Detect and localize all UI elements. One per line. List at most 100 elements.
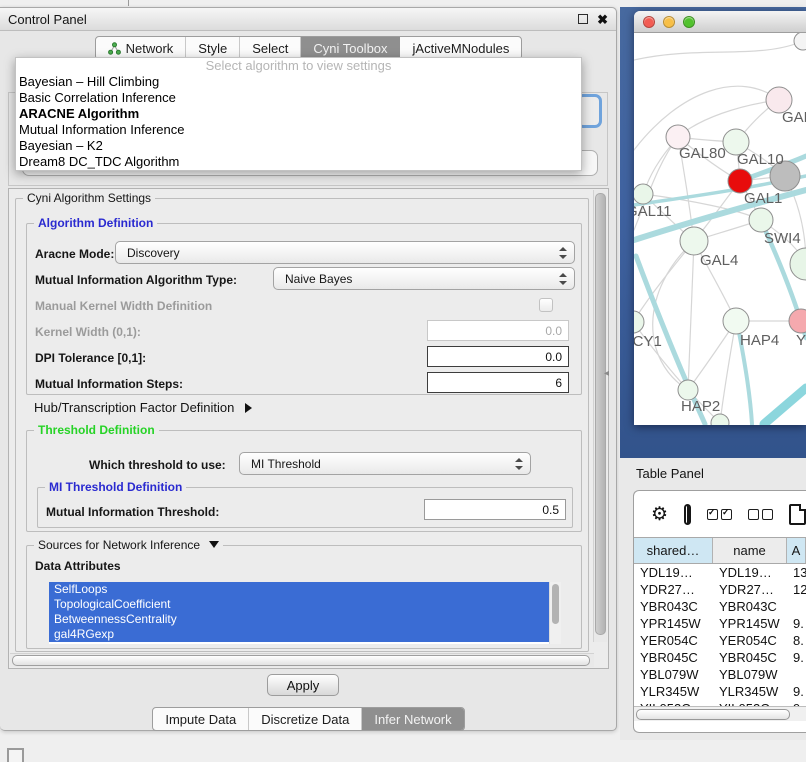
column-header-name[interactable]: name xyxy=(713,538,787,563)
dpi-tolerance-label: DPI Tolerance [0,1]: xyxy=(35,351,146,365)
algorithm-option-aracne-algorithm[interactable]: ARACNE Algorithm xyxy=(16,106,581,122)
settings-horizontal-scrollbar[interactable] xyxy=(10,653,594,667)
algorithm-popup: Select algorithm to view settings Bayesi… xyxy=(15,57,582,171)
table-cell: YBR043C xyxy=(634,599,713,614)
dpi-tolerance-input[interactable] xyxy=(427,346,569,367)
settings-horizontal-scrollbar-thumb[interactable] xyxy=(12,655,590,666)
column-header-a[interactable]: A xyxy=(787,538,806,563)
attribute-item-topologicalcoefficient[interactable]: TopologicalCoefficient xyxy=(49,597,550,612)
network-node-hap4[interactable] xyxy=(723,308,749,334)
mi-steps-input[interactable] xyxy=(427,372,569,393)
which-threshold-value: MI Threshold xyxy=(251,457,321,471)
algorithm-option-basic-correlation-inference[interactable]: Basic Correlation Inference xyxy=(16,90,581,106)
hub-tf-definition-expander[interactable]: Hub/Transcription Factor Definition xyxy=(34,400,252,415)
network-window-titlebar xyxy=(634,11,806,33)
settings-vertical-scrollbar-thumb[interactable] xyxy=(595,193,606,635)
table-window: ⚙ shared…nameA YDL19…YDL19…13YDR27…YDR27… xyxy=(633,490,806,733)
tab-network[interactable]: Network xyxy=(96,37,186,59)
tab-infer-network[interactable]: Infer Network xyxy=(361,708,463,730)
algorithm-popup-placeholder: Select algorithm to view settings xyxy=(16,58,581,74)
select-all-checkboxes-icon[interactable] xyxy=(707,509,732,520)
cyni-settings-group: Cyni Algorithm Settings Algorithm Defini… xyxy=(15,198,589,652)
algorithm-option-bayesian-k2[interactable]: Bayesian – K2 xyxy=(16,138,581,154)
palette-grip-icon[interactable] xyxy=(7,748,24,762)
table-horizontal-scrollbar[interactable] xyxy=(634,706,806,721)
gear-icon[interactable]: ⚙ xyxy=(651,505,668,524)
algorithm-option-mutual-information-inference[interactable]: Mutual Information Inference xyxy=(16,122,581,138)
node-label-gal4: GAL4 xyxy=(700,252,738,269)
mi-type-value: Naive Bayes xyxy=(285,272,352,286)
tab-cyni-toolbox[interactable]: Cyni Toolbox xyxy=(300,37,399,59)
table-horizontal-scrollbar-thumb[interactable] xyxy=(636,709,790,720)
mi-threshold-input[interactable] xyxy=(424,499,566,520)
tab-label: Discretize Data xyxy=(261,712,349,727)
sources-group-title[interactable]: Sources for Network Inference xyxy=(34,538,223,552)
table-cell: YBR043C xyxy=(713,599,787,614)
network-node-gal4[interactable] xyxy=(680,227,708,255)
table-row[interactable]: YPR145WYPR145W9. xyxy=(634,615,806,632)
close-traffic-light-icon[interactable] xyxy=(643,16,655,28)
aracne-mode-label: Aracne Mode: xyxy=(35,247,114,261)
mi-type-select[interactable]: Naive Bayes xyxy=(273,267,575,290)
manual-kernel-checkbox[interactable] xyxy=(539,298,553,312)
table-row[interactable]: YDL19…YDL19…13 xyxy=(634,564,806,581)
attribute-item-gal4rgexp[interactable]: gal4RGexp xyxy=(49,627,550,642)
kernel-width-input[interactable] xyxy=(427,320,569,341)
network-node-swi4[interactable] xyxy=(749,208,773,232)
table-row[interactable]: YBL079WYBL079W xyxy=(634,666,806,683)
network-node-unlabeled[interactable] xyxy=(790,248,806,280)
zoom-traffic-light-icon[interactable] xyxy=(683,16,695,28)
network-node-unlabeled[interactable] xyxy=(711,414,729,425)
tab-label: Cyni Toolbox xyxy=(313,41,387,56)
columns-icon[interactable] xyxy=(684,504,691,525)
tab-jactivemnodules[interactable]: jActiveMNodules xyxy=(400,37,522,59)
tab-label: Network xyxy=(126,41,174,56)
minimize-traffic-light-icon[interactable] xyxy=(663,16,675,28)
export-table-icon[interactable] xyxy=(789,504,806,525)
tab-style[interactable]: Style xyxy=(185,37,239,59)
column-header-shared[interactable]: shared… xyxy=(634,538,713,563)
network-node-hap2[interactable] xyxy=(678,380,698,400)
network-canvas-svg: GALGAL80GAL10GAL1GAL11SWI4GAL4HAP4YGCY1H… xyxy=(634,33,806,425)
close-window-icon[interactable]: ✖ xyxy=(597,13,608,26)
table-row[interactable]: YBR045CYBR045C9. xyxy=(634,649,806,666)
tab-select[interactable]: Select xyxy=(239,37,300,59)
hub-tf-definition-label: Hub/Transcription Factor Definition xyxy=(34,400,234,415)
table-row[interactable]: YER054CYER054C8. xyxy=(634,632,806,649)
table-cell: YDL19… xyxy=(634,565,713,580)
network-node-gcy1[interactable] xyxy=(634,311,644,333)
table-cell: YDL19… xyxy=(713,565,787,580)
table-cell: 9. xyxy=(787,650,806,665)
aracne-mode-value: Discovery xyxy=(127,246,180,260)
attribute-item-betweennesscentrality[interactable]: BetweennessCentrality xyxy=(49,612,550,627)
attributes-scrollbar-thumb[interactable] xyxy=(552,584,559,624)
algorithm-option-bayesian-hill-climbing[interactable]: Bayesian – Hill Climbing xyxy=(16,74,581,90)
algorithm-option-dream8-dc-tdc-algorithm[interactable]: Dream8 DC_TDC Algorithm xyxy=(16,154,581,170)
table-cell: YER054C xyxy=(634,633,713,648)
apply-button[interactable]: Apply xyxy=(267,674,339,696)
checked-box-icon xyxy=(721,509,732,520)
float-window-icon[interactable] xyxy=(578,14,588,24)
tab-discretize-data[interactable]: Discretize Data xyxy=(248,708,361,730)
mi-type-label: Mutual Information Algorithm Type: xyxy=(35,273,237,287)
attributes-scrollbar[interactable] xyxy=(549,582,561,644)
network-node-y[interactable] xyxy=(789,309,806,333)
stepper-arrows-icon xyxy=(515,458,523,470)
panel-splitter-handle[interactable]: ◂ xyxy=(604,368,609,379)
tab-label: Style xyxy=(198,41,227,56)
settings-vertical-scrollbar[interactable] xyxy=(593,190,607,642)
table-row[interactable]: YBR043CYBR043C xyxy=(634,598,806,615)
deselect-all-checkboxes-icon[interactable] xyxy=(748,509,773,520)
network-canvas[interactable]: GALGAL80GAL10GAL1GAL11SWI4GAL4HAP4YGCY1H… xyxy=(634,33,806,425)
table-row[interactable]: YLR345WYLR345W9. xyxy=(634,683,806,700)
table-row[interactable]: YDR27…YDR27…12 xyxy=(634,581,806,598)
aracne-mode-select[interactable]: Discovery xyxy=(115,241,575,264)
network-node-unlabeled[interactable] xyxy=(794,33,806,50)
which-threshold-select[interactable]: MI Threshold xyxy=(239,452,531,475)
network-node-gal11[interactable] xyxy=(634,184,653,204)
table-cell: YPR145W xyxy=(713,616,787,631)
node-label-gal80: GAL80 xyxy=(679,145,726,162)
tab-impute-data[interactable]: Impute Data xyxy=(153,708,248,730)
cyni-settings-group-title: Cyni Algorithm Settings xyxy=(23,191,155,205)
attribute-item-selfloops[interactable]: SelfLoops xyxy=(49,582,550,597)
